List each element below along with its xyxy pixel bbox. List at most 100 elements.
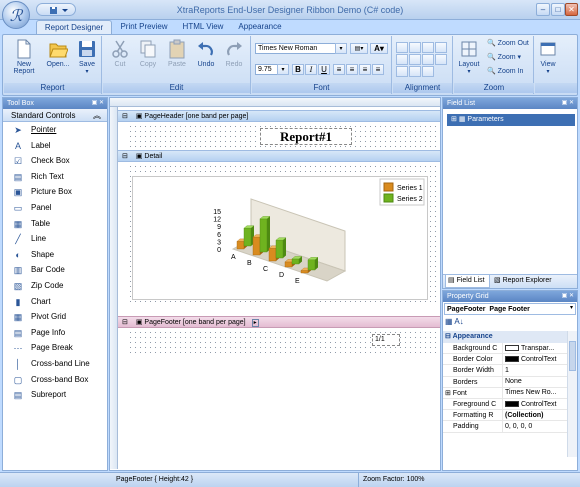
font-name-chevron-icon[interactable]: ▾ xyxy=(335,43,347,54)
property-row[interactable]: Border Width 1 xyxy=(443,365,567,377)
layout-button[interactable]: Layout ▾ xyxy=(455,39,483,75)
toolbox-item-pointer[interactable]: ➤ Pointer xyxy=(3,122,107,138)
font-name-select[interactable]: Times New Roman xyxy=(255,43,347,54)
property-value[interactable]: ControlText xyxy=(503,354,567,364)
maximize-button[interactable]: □ xyxy=(551,3,565,16)
italic-button[interactable]: I xyxy=(305,64,317,75)
close-button[interactable]: ✕ xyxy=(565,3,578,16)
tab-field-list[interactable]: ▤ Field List xyxy=(445,275,490,288)
property-value[interactable]: ControlText xyxy=(503,399,567,409)
property-category[interactable]: ⊟ Appearance xyxy=(443,331,567,343)
property-value[interactable]: 1 xyxy=(503,365,567,375)
band-page-footer[interactable]: ⊟ ▣ PageFooter [one band per page] ▸ xyxy=(118,316,440,328)
forecolor-button[interactable]: A▾ xyxy=(370,43,388,54)
undo-button[interactable]: Undo xyxy=(193,39,219,68)
app-menu-button[interactable]: ℛ xyxy=(2,1,30,29)
toolbox-item-pagebreak[interactable]: ⋯ Page Break xyxy=(3,340,107,356)
property-value[interactable]: Transpar... xyxy=(503,343,567,353)
object-selector[interactable]: PageFooter Page Footer xyxy=(444,303,576,315)
copy-button[interactable]: Copy xyxy=(135,39,161,68)
minimize-button[interactable]: – xyxy=(536,3,550,16)
zoom-in-button[interactable]: 🔍 Zoom In xyxy=(487,67,523,75)
tab-report-designer[interactable]: Report Designer xyxy=(36,20,112,35)
align-rights-icon[interactable] xyxy=(422,42,434,53)
tab-print-preview[interactable]: Print Preview xyxy=(114,20,174,35)
alphabetical-icon[interactable]: A↓ xyxy=(454,317,463,326)
font-size-chevron-icon[interactable]: ▾ xyxy=(277,64,289,75)
collapse-icon[interactable]: ⊟ xyxy=(122,153,128,160)
property-value[interactable]: 0, 0, 0, 0 xyxy=(503,421,567,431)
property-row[interactable]: Background C Transpar... xyxy=(443,343,567,355)
align-grid-icon[interactable] xyxy=(435,42,447,53)
property-row[interactable]: Borders None xyxy=(443,376,567,388)
collapse-icon[interactable]: ⊟ xyxy=(122,113,128,120)
cut-button[interactable]: Cut xyxy=(107,39,133,68)
toolbox-item-picture[interactable]: ▣ Picture Box xyxy=(3,184,107,200)
tab-report-explorer[interactable]: ▧ Report Explorer xyxy=(492,275,562,288)
band-page-header[interactable]: ⊟ ▣ PageHeader [one band per page] xyxy=(118,110,440,122)
paste-button[interactable]: Paste xyxy=(163,39,191,68)
underline-button[interactable]: U xyxy=(318,64,330,75)
toolbox-item-chart[interactable]: ▮ Chart xyxy=(3,294,107,310)
redo-button[interactable]: Redo xyxy=(221,39,247,68)
categorized-icon[interactable]: ▦ xyxy=(445,317,453,326)
toolbox-item-subreport[interactable]: ▤ Subreport xyxy=(3,387,107,403)
property-row[interactable]: Formatting R (Collection) xyxy=(443,410,567,422)
align-justify-icon[interactable]: ≡ xyxy=(372,64,384,75)
zoom-button[interactable]: 🔍 Zoom ▾ xyxy=(487,53,521,61)
collapse-icon[interactable]: ⊟ xyxy=(122,319,128,326)
toolbox-item-zipcode[interactable]: ▧ Zip Code xyxy=(3,278,107,294)
property-value[interactable]: None xyxy=(503,377,567,387)
quick-access-toolbar[interactable] xyxy=(36,3,76,16)
size-to-grid-icon[interactable] xyxy=(435,54,447,65)
align-center-icon[interactable]: ≡ xyxy=(346,64,358,75)
save-button[interactable]: Save ▾ xyxy=(74,39,100,75)
report-title-label[interactable]: Report#1 xyxy=(260,128,352,145)
align-lefts-icon[interactable] xyxy=(396,42,408,53)
align-middles-icon[interactable] xyxy=(409,54,421,65)
page-info-control[interactable]: 1/1 xyxy=(372,334,400,346)
tab-html-view[interactable]: HTML View xyxy=(176,20,230,35)
view-button[interactable]: View ▾ xyxy=(535,39,561,75)
toolbox-item-richtext[interactable]: ▤ Rich Text xyxy=(3,169,107,185)
same-height-icon[interactable] xyxy=(409,66,421,77)
panel-pin-close-icon[interactable]: ▣ ✕ xyxy=(562,98,574,109)
band-detail[interactable]: ⊟ ▣ Detail xyxy=(118,150,440,162)
property-row[interactable]: Foreground C ControlText xyxy=(443,398,567,411)
zoom-out-button[interactable]: 🔍 Zoom Out xyxy=(487,39,529,47)
new-report-button[interactable]: New Report xyxy=(6,39,42,75)
toolbox-item-label[interactable]: A Label xyxy=(3,138,107,154)
toolbox-item-crossband-line[interactable]: │ Cross-band Line xyxy=(3,356,107,372)
toolbox-item-shape[interactable]: ◐ Shape xyxy=(3,247,107,263)
smart-tag-icon[interactable]: ▸ xyxy=(251,319,259,327)
align-left-icon[interactable]: ≡ xyxy=(333,64,345,75)
open-button[interactable]: Open... xyxy=(44,39,72,68)
align-centers-icon[interactable] xyxy=(409,42,421,53)
align-tops-icon[interactable] xyxy=(396,54,408,65)
same-size-icon[interactable] xyxy=(422,66,434,77)
toolbox-item-line[interactable]: ╱ Line xyxy=(3,231,107,247)
tree-node-parameters[interactable]: ⊞ ▦ Parameters xyxy=(447,114,575,126)
property-row[interactable]: Border Color ControlText xyxy=(443,354,567,366)
chart-control[interactable]: 15 12 9 6 3 0 A B C D E Series 1 Series 2 xyxy=(132,176,428,300)
toolbox-item-panel[interactable]: ▭ Panel xyxy=(3,200,107,216)
panel-pin-close-icon[interactable]: ▣ ✕ xyxy=(92,98,104,109)
toolbox-category[interactable]: Standard Controls ︽ xyxy=(3,109,107,122)
scrollbar-thumb[interactable] xyxy=(569,341,576,371)
property-value[interactable]: Times New Ro... xyxy=(503,388,567,398)
property-row[interactable]: Padding 0, 0, 0, 0 xyxy=(443,421,567,433)
toolbox-item-crossband-box[interactable]: ▢ Cross-band Box xyxy=(3,372,107,388)
backcolor-button[interactable]: ▤▾ xyxy=(350,43,368,54)
toolbox-item-pageinfo[interactable]: ▤ Page Info xyxy=(3,325,107,341)
property-scrollbar[interactable] xyxy=(567,331,577,457)
object-selector-chevron-icon[interactable]: ▾ xyxy=(567,304,576,314)
align-bottoms-icon[interactable] xyxy=(422,54,434,65)
tab-appearance[interactable]: Appearance xyxy=(232,20,288,35)
toolbox-item-table[interactable]: ▦ Table xyxy=(3,216,107,232)
same-width-icon[interactable] xyxy=(396,66,408,77)
panel-pin-close-icon[interactable]: ▣ ✕ xyxy=(562,291,574,302)
property-value[interactable]: (Collection) xyxy=(503,410,567,420)
align-right-icon[interactable]: ≡ xyxy=(359,64,371,75)
expand-icon[interactable]: ⊞ xyxy=(451,116,457,123)
toolbox-item-checkbox[interactable]: ☑ Check Box xyxy=(3,153,107,169)
